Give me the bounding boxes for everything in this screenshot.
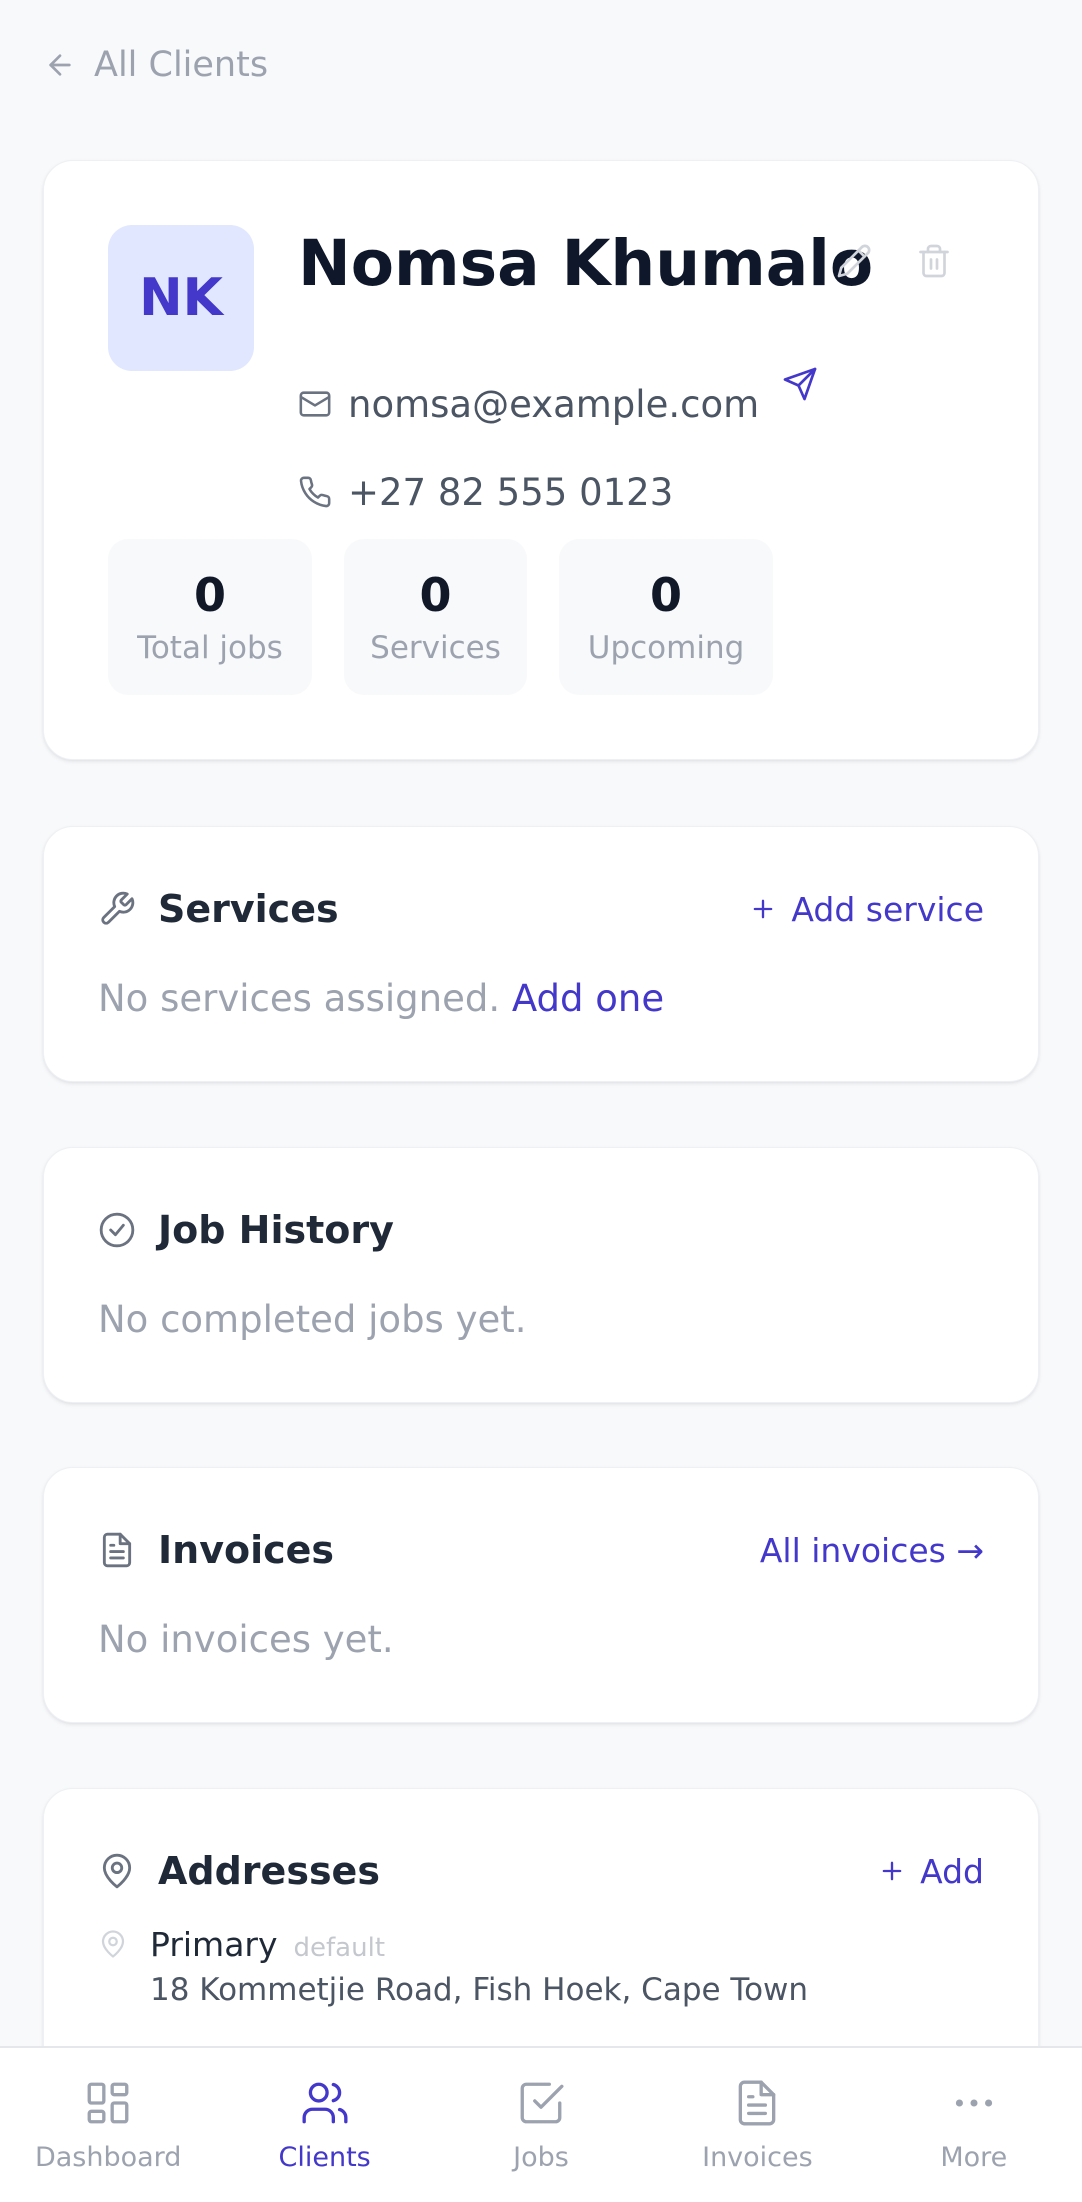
address-item[interactable]: Primary default 18 Kommetjie Road, Fish … bbox=[98, 1925, 808, 2008]
stat-label: Total jobs bbox=[137, 629, 283, 666]
nav-item-dashboard[interactable]: Dashboard bbox=[0, 2048, 216, 2202]
arrow-left-icon bbox=[44, 49, 76, 81]
stat-upcoming: 0 Upcoming bbox=[559, 539, 773, 695]
stat-value: 0 bbox=[649, 568, 682, 623]
default-badge: default bbox=[293, 1933, 386, 1963]
mail-icon bbox=[298, 387, 332, 421]
send-icon[interactable] bbox=[782, 366, 818, 402]
invoices-empty-text: No invoices yet. bbox=[98, 1618, 394, 1661]
addresses-header: Addresses Add bbox=[98, 1841, 984, 1901]
file-text-icon bbox=[732, 2078, 782, 2128]
grid-icon bbox=[83, 2078, 133, 2128]
job-history-header: Job History bbox=[98, 1200, 984, 1260]
client-name: Nomsa Khumalo bbox=[298, 227, 874, 300]
plus-icon bbox=[749, 895, 777, 923]
nav-item-clients[interactable]: Clients bbox=[216, 2048, 432, 2202]
check-square-icon bbox=[516, 2078, 566, 2128]
job-history-card: Job History No completed jobs yet. bbox=[43, 1147, 1039, 1403]
client-phone: +27 82 555 0123 bbox=[348, 470, 674, 514]
back-link-label: All Clients bbox=[94, 45, 269, 85]
section-title: Job History bbox=[158, 1208, 394, 1252]
services-card: Services Add service No services assigne… bbox=[43, 826, 1039, 1082]
job-history-empty-text: No completed jobs yet. bbox=[98, 1298, 527, 1341]
add-address-button[interactable]: Add bbox=[878, 1852, 984, 1891]
addresses-card: Addresses Add Primary default 18 Kommetj… bbox=[43, 1788, 1039, 2088]
map-pin-icon bbox=[98, 1929, 128, 2008]
phone-icon bbox=[298, 475, 332, 509]
nav-label: Invoices bbox=[702, 2142, 813, 2173]
nav-item-more[interactable]: More bbox=[866, 2048, 1082, 2202]
section-title: Invoices bbox=[158, 1528, 335, 1572]
stat-value: 0 bbox=[419, 568, 452, 623]
client-profile-card: NK Nomsa Khumalo nomsa@example.com +27 8… bbox=[43, 160, 1039, 760]
section-title: Addresses bbox=[158, 1849, 380, 1893]
back-link[interactable]: All Clients bbox=[44, 40, 268, 90]
stat-label: Services bbox=[370, 629, 501, 666]
services-header: Services Add service bbox=[98, 879, 984, 939]
invoices-card: Invoices All invoices → No invoices yet. bbox=[43, 1467, 1039, 1723]
phone-row: +27 82 555 0123 bbox=[298, 467, 673, 517]
bottom-nav: Dashboard Clients Jobs Invoices More bbox=[0, 2046, 1082, 2202]
nav-label: More bbox=[940, 2142, 1008, 2173]
add-address-label: Add bbox=[920, 1851, 984, 1891]
add-service-button[interactable]: Add service bbox=[749, 890, 984, 929]
trash-icon[interactable] bbox=[916, 243, 952, 279]
stat-label: Upcoming bbox=[587, 629, 745, 666]
section-title: Services bbox=[158, 887, 339, 931]
check-circle-icon bbox=[98, 1211, 136, 1249]
pencil-icon[interactable] bbox=[836, 243, 872, 279]
stat-total-jobs: 0 Total jobs bbox=[108, 539, 312, 695]
nav-label: Clients bbox=[278, 2142, 371, 2173]
nav-label: Dashboard bbox=[34, 2142, 182, 2173]
file-text-icon bbox=[98, 1531, 136, 1569]
more-horizontal-icon bbox=[949, 2078, 999, 2128]
add-service-label: Add service bbox=[791, 889, 984, 929]
address-name-row: Primary default bbox=[150, 1925, 808, 1964]
client-stats: 0 Total jobs 0 Services 0 Upcoming bbox=[108, 539, 773, 695]
email-row: nomsa@example.com bbox=[298, 379, 759, 429]
users-icon bbox=[300, 2078, 350, 2128]
services-empty-state: No services assigned. Add one bbox=[98, 977, 664, 1020]
stat-services: 0 Services bbox=[344, 539, 527, 695]
nav-item-invoices[interactable]: Invoices bbox=[649, 2048, 865, 2202]
address-line: 18 Kommetjie Road, Fish Hoek, Cape Town bbox=[150, 1972, 809, 2008]
wrench-icon bbox=[98, 890, 136, 928]
all-invoices-link[interactable]: All invoices → bbox=[760, 1531, 984, 1570]
client-email: nomsa@example.com bbox=[348, 382, 760, 426]
invoices-header: Invoices All invoices → bbox=[98, 1520, 984, 1580]
add-one-link[interactable]: Add one bbox=[512, 977, 664, 1020]
plus-icon bbox=[878, 1857, 906, 1885]
address-name: Primary bbox=[150, 1925, 278, 1964]
avatar: NK bbox=[108, 225, 254, 371]
nav-item-jobs[interactable]: Jobs bbox=[433, 2048, 649, 2202]
map-pin-icon bbox=[98, 1852, 136, 1890]
services-empty-text: No services assigned. bbox=[98, 977, 501, 1020]
stat-value: 0 bbox=[193, 568, 226, 623]
nav-label: Jobs bbox=[513, 2142, 569, 2173]
